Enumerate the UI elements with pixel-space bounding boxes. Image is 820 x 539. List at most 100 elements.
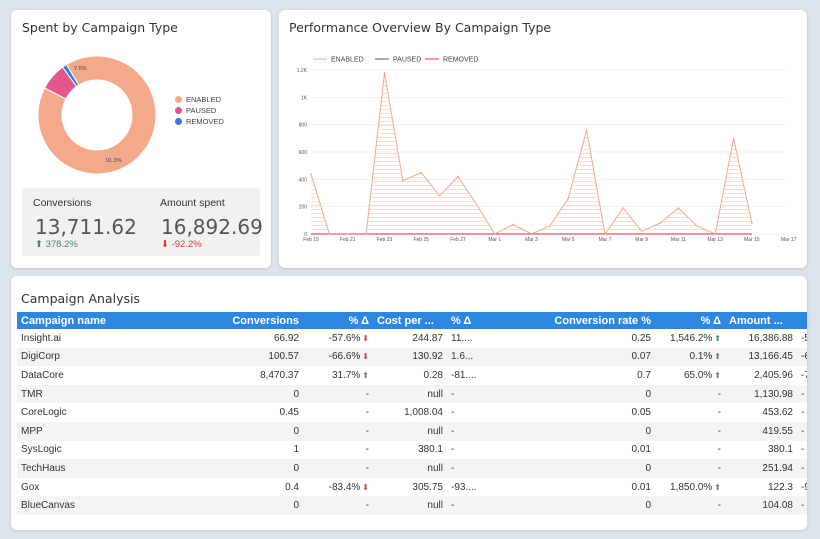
conversions-delta-value: 378.2% xyxy=(45,239,78,250)
cell-conversions-delta: - xyxy=(303,441,373,460)
col-header-conversion-rate[interactable]: Conversion rate % xyxy=(497,312,655,329)
arrow-down-icon: ⬇ xyxy=(161,239,169,250)
cell-amount-delta: -53.... xyxy=(797,329,807,348)
data-point-enabled xyxy=(346,233,349,235)
cell-amount-text: 104.08 xyxy=(762,500,793,512)
cell-campaign-name-text: DataCore xyxy=(21,369,64,381)
cell-cost-per-text: 1,008.04 xyxy=(404,407,443,419)
cell-cost-delta-text: - xyxy=(451,407,455,419)
col-header-conversions-delta[interactable]: % Δ xyxy=(303,312,373,329)
cell-conversion-rate: 0.01 xyxy=(497,478,655,497)
table-row[interactable]: MPP 0- null -0-419.55- xyxy=(17,421,807,441)
col-header-rate-delta[interactable]: % Δ xyxy=(655,312,725,329)
cell-cost-delta-text: - xyxy=(451,425,455,437)
cell-campaign-name: DigiCorp xyxy=(17,347,167,367)
cell-conversions-text: 0.45 xyxy=(279,407,299,419)
conversions-value: 13,711.62 xyxy=(35,215,137,239)
cell-cost-delta: - xyxy=(447,403,497,422)
analysis-card-title: Campaign Analysis xyxy=(21,291,140,306)
cell-amount-delta: - xyxy=(797,384,807,404)
table-row[interactable]: Insight.ai 66.92 -57.6% ⬇ 244.87 11.... 0.25 1,… xyxy=(17,329,807,348)
cell-cost-per: 380.1 xyxy=(373,441,447,460)
x-tick-label: Mar 5 xyxy=(562,237,575,243)
table-row[interactable]: BlueCanvas 0- null -0-104.08- xyxy=(17,496,807,515)
cell-conversions-delta-text: - xyxy=(365,388,369,400)
table-row[interactable]: TechHaus 0- null -0-251.94- xyxy=(17,459,807,478)
cell-amount: 419.55 xyxy=(725,421,797,441)
col-header-conversions[interactable]: Conversions xyxy=(167,312,303,329)
table-row[interactable]: TMR 0- null -0-1,130.98- xyxy=(17,384,807,404)
cell-campaign-name: Gox xyxy=(17,478,167,497)
cell-conversions-delta: 31.7% ⬆ xyxy=(303,366,373,385)
data-point-enabled xyxy=(438,194,441,197)
col-header-cost-per[interactable]: Cost per ... xyxy=(373,312,447,329)
cell-cost-delta: - xyxy=(447,384,497,404)
cell-amount-delta-text: -98.... xyxy=(801,481,807,493)
table-row[interactable]: CoreLogic 0.45-1,008.04-0.05-453.62- xyxy=(17,403,807,422)
cell-conversions: 0 xyxy=(167,496,303,515)
cell-campaign-name: SysLogic xyxy=(17,441,167,460)
cell-rate-delta-text: - xyxy=(717,500,721,512)
cell-conversion-rate: 0.7 xyxy=(497,366,655,385)
col-header-amount[interactable]: Amount ... xyxy=(725,312,797,329)
cell-cost-per-text: null xyxy=(427,500,443,512)
spent-by-campaign-type-card: Spent by Campaign Type 91.3% 7.5% ENABLE… xyxy=(11,10,271,268)
data-point-enabled xyxy=(585,129,588,131)
cell-rate-delta-text: 0.1% xyxy=(689,351,713,363)
table-row[interactable]: DataCore 8,470.37 31.7% ⬆ 0.28 -81.... 0.7 65.0… xyxy=(17,366,807,385)
cell-rate-delta: - xyxy=(655,403,725,422)
area-enabled xyxy=(311,72,752,234)
legend-label-removed: REMOVED xyxy=(186,117,224,126)
arrow-up-icon: ⬆ xyxy=(714,352,721,362)
cell-amount: 16,386.88 xyxy=(725,329,797,348)
cell-conversions: 1 xyxy=(167,441,303,460)
arrow-up-icon: ⬆ xyxy=(714,333,721,343)
data-point-enabled xyxy=(640,230,643,233)
cell-conversions-delta-text: -66.6% xyxy=(328,351,361,363)
cell-amount: 380.1 xyxy=(725,441,797,460)
cell-rate-delta: - xyxy=(655,384,725,404)
donut-label-enabled: 91.3% xyxy=(106,158,122,164)
cell-cost-per-text: null xyxy=(427,388,443,400)
cell-conversions: 0.4 xyxy=(167,478,303,497)
data-point-enabled xyxy=(475,203,478,205)
col-header-campaign-name[interactable]: Campaign name xyxy=(17,312,167,329)
data-point-enabled xyxy=(714,233,716,235)
cell-campaign-name-text: SysLogic xyxy=(21,444,62,456)
cell-amount: 1,130.98 xyxy=(725,384,797,404)
col-header-cost-delta[interactable]: % Δ xyxy=(447,312,497,329)
cell-rate-delta: 1,546.2% ⬆ xyxy=(655,329,725,348)
cell-cost-delta: - xyxy=(447,421,497,441)
cell-conversion-rate-text: 0 xyxy=(645,388,651,400)
table-row[interactable]: DigiCorp 100.57 -66.6% ⬇ 130.92 1.6... 0.07 0.1… xyxy=(17,347,807,367)
legend-swatch-paused xyxy=(175,107,182,114)
cell-conversion-rate: 0 xyxy=(497,421,655,441)
cell-cost-per-text: 380.1 xyxy=(417,444,443,456)
x-tick-label: Feb 25 xyxy=(413,237,429,243)
cell-amount-text: 13,166.45 xyxy=(748,351,794,363)
cell-amount-delta-text: -66.... xyxy=(801,351,807,363)
cell-amount-text: 380.1 xyxy=(767,444,793,456)
cell-conversions-delta: - xyxy=(303,403,373,422)
cell-rate-delta-text: - xyxy=(717,462,721,474)
spent-card-title: Spent by Campaign Type xyxy=(22,20,178,35)
cell-campaign-name-text: Gox xyxy=(21,481,40,493)
cell-campaign-name-text: DigiCorp xyxy=(21,351,60,363)
cell-amount-delta-text: - xyxy=(801,407,805,419)
col-header-amount-delta[interactable]: % Δ xyxy=(797,312,807,329)
legend-label-enabled: ENABLED xyxy=(331,57,364,64)
table-row[interactable]: Gox 0.4 -83.4% ⬇ 305.75 -93.... 0.01 1,850.0% ⬆ 1… xyxy=(17,478,807,497)
cell-cost-delta: - xyxy=(447,496,497,515)
cell-rate-delta: - xyxy=(655,496,725,515)
cell-cost-per-text: null xyxy=(427,462,443,474)
cell-cost-delta: 1.6... xyxy=(447,347,497,367)
cell-rate-delta: 0.1% ⬆ xyxy=(655,347,725,367)
cell-amount-delta-text: - xyxy=(801,425,805,437)
cell-cost-delta: -93.... xyxy=(447,478,497,497)
cell-campaign-name: MPP xyxy=(17,421,167,441)
x-tick-label: Mar 11 xyxy=(671,237,686,243)
table-row[interactable]: SysLogic 1-380.1-0.01-380.1- xyxy=(17,441,807,460)
cell-amount-text: 419.55 xyxy=(762,425,793,437)
cell-conversion-rate: 0.25 xyxy=(497,329,655,348)
y-tick-label: 1K xyxy=(301,95,308,101)
